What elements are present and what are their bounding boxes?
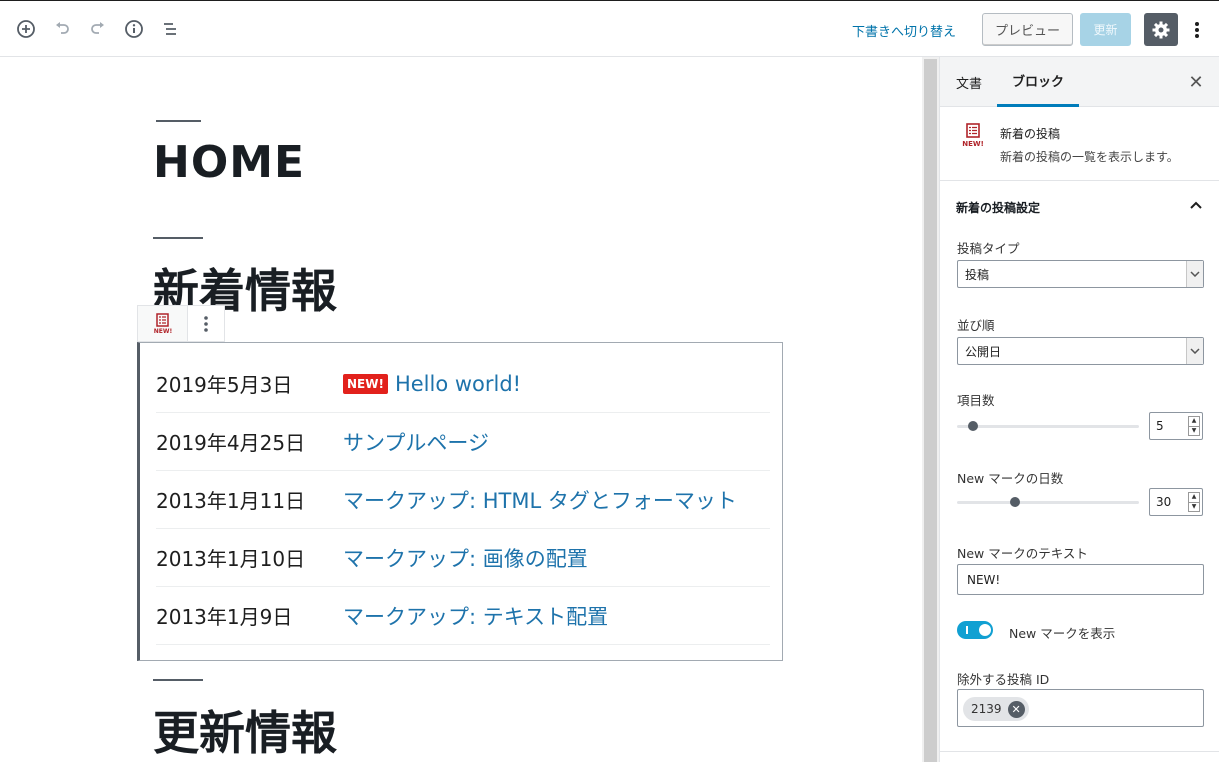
settings-sidebar: 文書 ブロック ✕ NEW! 新着の投稿 新着の投稿の一覧を表示します。 新着の… (939, 57, 1219, 762)
block-card: NEW! 新着の投稿 新着の投稿の一覧を表示します。 (940, 107, 1219, 181)
post-item: 2013年1月9日 マークアップ: テキスト配置 (156, 587, 770, 645)
id-token: 2139 ✕ (963, 697, 1029, 721)
post-item: 2013年1月10日 マークアップ: 画像の配置 (156, 529, 770, 587)
update-button[interactable]: 更新 (1080, 13, 1131, 46)
block-card-title: 新着の投稿 (1000, 127, 1061, 141)
new-posts-icon: NEW! (962, 123, 984, 153)
block-toolbar: NEW! (137, 305, 225, 342)
new-posts-block[interactable]: 2019年5月3日 NEW! Hello world! 2019年4月25日 サ… (137, 342, 783, 661)
count-slider-thumb[interactable] (968, 421, 979, 431)
new-text-label: New マークのテキスト (957, 546, 1088, 561)
count-label: 項目数 (957, 393, 995, 408)
plus-circle-icon[interactable] (12, 15, 40, 43)
new-text-input[interactable]: NEW! (957, 564, 1204, 595)
panel-title: 新着の投稿設定 (956, 201, 1041, 215)
chevron-down-icon (1186, 338, 1203, 364)
editor-scrollbar-thumb[interactable] (924, 59, 937, 762)
exclude-ids-label: 除外する投稿 ID (957, 672, 1050, 687)
post-date: 2013年1月11日 (156, 489, 306, 513)
order-value: 公開日 (965, 344, 1002, 359)
svg-text:NEW!: NEW! (153, 328, 171, 335)
post-date: 2019年4月25日 (156, 431, 306, 455)
tab-document[interactable]: 文書 (946, 57, 992, 107)
divider (940, 751, 1219, 752)
id-token-value: 2139 (971, 702, 1002, 716)
toggle-knob (979, 624, 991, 636)
toggle-on-indicator (966, 626, 968, 634)
editor-header: 下書きへ切り替え プレビュー 更新 (0, 0, 1219, 57)
post-title-link[interactable]: サンプルページ (343, 427, 489, 457)
new-days-spinner[interactable]: ▲ ▼ (1188, 492, 1200, 512)
count-value: 5 (1156, 419, 1164, 433)
sidebar-tabs: 文書 ブロック ✕ (940, 57, 1219, 107)
gear-icon (1152, 21, 1170, 38)
new-days-label: New マークの日数 (957, 471, 1064, 486)
order-label: 並び順 (957, 318, 995, 333)
vertical-ellipsis-icon[interactable] (1188, 17, 1206, 43)
separator (153, 679, 203, 681)
redo-icon[interactable] (84, 15, 112, 43)
count-number-input[interactable]: 5 ▲ ▼ (1149, 412, 1203, 440)
new-badge: NEW! (343, 373, 388, 394)
separator (156, 120, 201, 122)
post-item: 2013年1月11日 マークアップ: HTML タグとフォーマット (156, 471, 770, 529)
page-heading-home[interactable]: HOME (153, 137, 305, 188)
close-icon[interactable]: ✕ (1185, 71, 1207, 93)
remove-token-icon[interactable]: ✕ (1007, 700, 1025, 718)
preview-button[interactable]: プレビュー (982, 13, 1073, 46)
block-card-description: 新着の投稿の一覧を表示します。 (1000, 150, 1179, 164)
switch-to-draft-link[interactable]: 下書きへ切り替え (852, 21, 956, 40)
undo-icon[interactable] (48, 15, 76, 43)
separator (153, 237, 203, 239)
post-item: 2019年5月3日 NEW! Hello world! (156, 355, 770, 413)
post-item: 2019年4月25日 サンプルページ (156, 413, 770, 471)
settings-button[interactable] (1144, 13, 1178, 46)
post-type-value: 投稿 (965, 267, 990, 282)
new-days-slider-thumb[interactable] (1010, 497, 1021, 507)
new-posts-icon: NEW! (153, 312, 172, 335)
order-select[interactable]: 公開日 (957, 337, 1204, 365)
heading-updates[interactable]: 更新情報 (153, 697, 337, 762)
count-slider[interactable] (957, 421, 1139, 431)
panel-toggle[interactable]: 新着の投稿設定 (940, 182, 1219, 230)
new-text-value: NEW! (967, 572, 1001, 587)
list-outline-icon[interactable] (156, 15, 184, 43)
chevron-up-icon (1188, 197, 1204, 217)
count-spinner[interactable]: ▲ ▼ (1188, 416, 1200, 436)
chevron-down-icon (1186, 261, 1203, 287)
show-new-label: New マークを表示 (1009, 626, 1116, 641)
exclude-ids-field[interactable]: 2139 ✕ (957, 689, 1204, 727)
post-title-link[interactable]: マークアップ: 画像の配置 (343, 543, 588, 573)
post-date: 2019年5月3日 (156, 373, 293, 397)
new-days-slider[interactable] (957, 497, 1139, 507)
vertical-ellipsis-icon (204, 315, 208, 332)
post-title-link[interactable]: Hello world! (395, 372, 521, 396)
new-days-number-input[interactable]: 30 ▲ ▼ (1149, 488, 1203, 516)
post-type-select[interactable]: 投稿 (957, 260, 1204, 288)
post-date: 2013年1月9日 (156, 605, 293, 629)
post-type-label: 投稿タイプ (957, 241, 1020, 256)
show-new-toggle[interactable] (957, 621, 993, 639)
block-type-button[interactable]: NEW! (138, 306, 188, 341)
post-title-link[interactable]: マークアップ: テキスト配置 (343, 601, 608, 631)
new-days-value: 30 (1156, 495, 1172, 509)
post-title-link[interactable]: マークアップ: HTML タグとフォーマット (343, 485, 737, 515)
info-icon[interactable] (120, 15, 148, 43)
tab-block[interactable]: ブロック (997, 57, 1079, 107)
block-more-options[interactable] (188, 306, 224, 341)
svg-text:NEW!: NEW! (962, 140, 984, 148)
editor-canvas: HOME 新着情報 NEW! 2019年5月3日 NEW! Hello worl… (0, 57, 922, 762)
post-date: 2013年1月10日 (156, 547, 306, 571)
